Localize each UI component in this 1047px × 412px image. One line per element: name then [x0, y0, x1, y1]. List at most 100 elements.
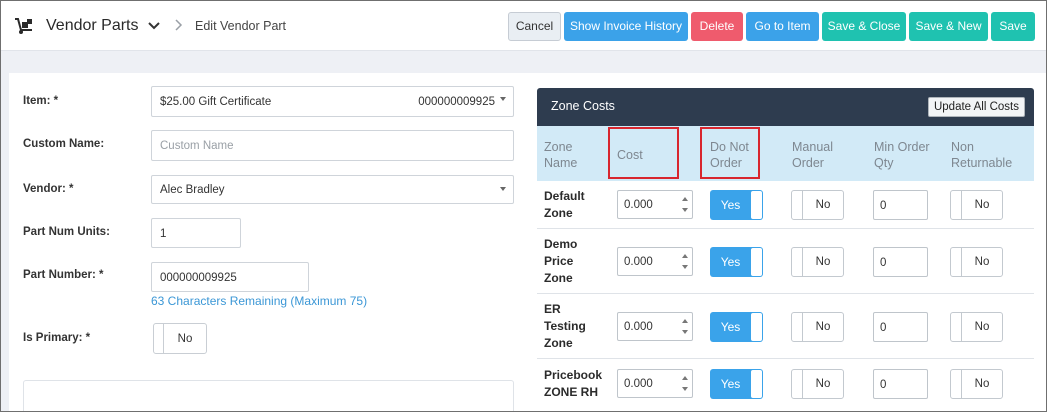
manual-order-value: No — [815, 378, 831, 390]
zone-costs-column-headers: Zone Name Cost Do Not Order Manual Order… — [537, 126, 1034, 181]
min-order-qty-input[interactable]: 0 — [873, 247, 928, 277]
min-order-qty-input[interactable]: 0 — [873, 369, 928, 399]
go-to-item-button[interactable]: Go to Item — [746, 12, 819, 41]
cost-value: 0.000 — [624, 378, 653, 390]
delete-button[interactable]: Delete — [691, 12, 743, 41]
cost-highlight-box — [608, 127, 679, 179]
spin-up-icon[interactable] — [682, 197, 688, 201]
toggle-knob — [951, 191, 962, 219]
zone-row: Default Zone 0.000 Yes No 0 No — [537, 181, 1034, 229]
manual-order-value: No — [815, 199, 831, 211]
toggle-knob — [951, 313, 962, 341]
manual-order-toggle[interactable]: No — [791, 190, 844, 220]
manual-order-value: No — [815, 321, 831, 333]
do-not-order-toggle[interactable]: Yes — [710, 247, 763, 277]
do-not-order-value: Yes — [720, 198, 741, 212]
zone-row: Pricebook ZONE RH 0.000 Yes No 0 No — [537, 359, 1034, 411]
manual-order-toggle[interactable]: No — [791, 369, 844, 399]
manual-order-toggle[interactable]: No — [791, 312, 844, 342]
spin-down-icon[interactable] — [682, 387, 688, 391]
non-returnable-toggle[interactable]: No — [950, 312, 1003, 342]
show-invoice-history-button[interactable]: Show Invoice History — [564, 12, 688, 41]
cost-stepper[interactable]: 0.000 — [617, 312, 693, 341]
cost-stepper[interactable]: 0.000 — [617, 190, 693, 219]
toggle-knob — [951, 248, 962, 276]
hand-truck-icon — [15, 18, 32, 34]
app-title: Vendor Parts — [46, 17, 139, 34]
do-not-order-toggle[interactable]: Yes — [710, 369, 763, 399]
zone-name: Demo Price Zone — [544, 237, 578, 285]
toggle-knob — [792, 370, 803, 398]
toggle-knob — [751, 370, 762, 398]
toggle-knob — [792, 248, 803, 276]
cost-stepper[interactable]: 0.000 — [617, 369, 693, 398]
col-manual-order: Manual Order — [792, 140, 833, 170]
spin-down-icon[interactable] — [682, 330, 688, 334]
min-order-qty-input[interactable]: 0 — [873, 190, 928, 220]
non-returnable-toggle[interactable]: No — [950, 247, 1003, 277]
part-number-label: Part Number: * — [23, 269, 104, 281]
col-min-order-qty: Min Order Qty — [874, 140, 930, 170]
do-not-order-value: Yes — [720, 255, 741, 269]
zone-name: ER Testing Zone — [544, 302, 586, 350]
col-zone-name: Zone Name — [544, 140, 578, 170]
main-content: Item: * $25.00 Gift Certificate 00000000… — [9, 73, 1046, 411]
part-number-input[interactable]: 000000009925 — [151, 262, 309, 292]
toggle-knob — [751, 313, 762, 341]
zone-costs-header: Zone Costs Update All Costs — [537, 88, 1034, 126]
cost-stepper[interactable]: 0.000 — [617, 247, 693, 276]
save-close-button[interactable]: Save & Close — [822, 12, 906, 41]
item-select[interactable]: $25.00 Gift Certificate 000000009925 — [151, 86, 514, 117]
zone-name: Pricebook ZONE RH — [544, 368, 603, 399]
min-order-qty-value: 0 — [880, 322, 887, 334]
save-new-button[interactable]: Save & New — [909, 12, 988, 41]
part-number-helper: 63 Characters Remaining (Maximum 75) — [151, 294, 368, 308]
is-primary-toggle[interactable]: No — [153, 323, 207, 354]
cost-value: 0.000 — [624, 321, 653, 333]
part-num-units-input[interactable]: 1 — [151, 218, 241, 248]
toggle-knob — [951, 370, 962, 398]
vendor-select[interactable]: Alec Bradley — [151, 175, 514, 204]
zone-name: Default Zone — [544, 189, 585, 220]
spin-down-icon[interactable] — [682, 208, 688, 212]
item-label: Item: * — [23, 95, 59, 107]
is-primary-label: Is Primary: * — [23, 332, 91, 344]
min-order-qty-input[interactable]: 0 — [873, 312, 928, 342]
cost-value: 0.000 — [624, 199, 653, 211]
lower-panel — [23, 380, 514, 411]
toggle-knob — [751, 248, 762, 276]
do-not-order-toggle[interactable]: Yes — [710, 312, 763, 342]
caret-down-icon — [500, 187, 506, 191]
do-not-order-highlight-box — [700, 127, 760, 179]
toggle-knob — [792, 313, 803, 341]
non-returnable-value: No — [974, 256, 990, 268]
do-not-order-toggle[interactable]: Yes — [710, 190, 763, 220]
toggle-knob — [751, 191, 762, 219]
custom-name-label: Custom Name: — [23, 138, 105, 150]
item-select-code: 000000009925 — [418, 96, 495, 108]
min-order-qty-value: 0 — [880, 257, 887, 269]
zone-row: Demo Price Zone 0.000 Yes No 0 No — [537, 229, 1034, 294]
update-all-costs-button[interactable]: Update All Costs — [927, 97, 1025, 117]
vendor-label: Vendor: * — [23, 183, 74, 195]
cost-value: 0.000 — [624, 256, 653, 268]
breadcrumb-current: Edit Vendor Part — [195, 19, 287, 33]
chevron-down-icon[interactable] — [147, 19, 161, 33]
custom-name-input[interactable]: Custom Name — [151, 130, 514, 161]
non-returnable-toggle[interactable]: No — [950, 190, 1003, 220]
spin-up-icon[interactable] — [682, 254, 688, 258]
window: Vendor Parts Edit Vendor Part Cancel Sho… — [0, 0, 1047, 412]
non-returnable-toggle[interactable]: No — [950, 369, 1003, 399]
part-num-units-label: Part Num Units: — [23, 226, 110, 238]
do-not-order-value: Yes — [720, 377, 741, 391]
spin-up-icon[interactable] — [682, 376, 688, 380]
manual-order-toggle[interactable]: No — [791, 247, 844, 277]
cancel-button[interactable]: Cancel — [508, 12, 561, 41]
toggle-knob — [154, 324, 164, 353]
save-button[interactable]: Save — [991, 12, 1035, 41]
spin-up-icon[interactable] — [682, 319, 688, 323]
toggle-knob — [792, 191, 803, 219]
part-number-value: 000000009925 — [160, 272, 237, 284]
spin-down-icon[interactable] — [682, 265, 688, 269]
top-bar: Vendor Parts Edit Vendor Part Cancel Sho… — [1, 1, 1046, 51]
